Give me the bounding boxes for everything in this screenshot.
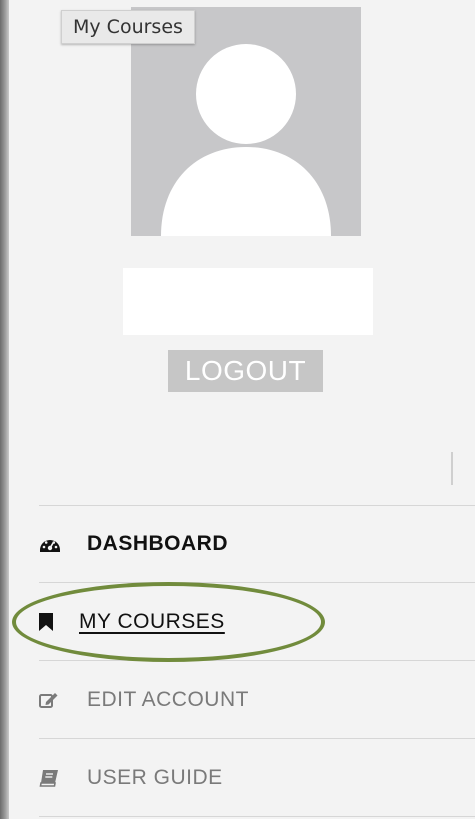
sidebar-panel: My Courses LOGOUT DASHBOARD MY COURSES E… <box>0 0 475 819</box>
dashboard-icon <box>39 533 61 555</box>
logout-button[interactable]: LOGOUT <box>168 350 323 392</box>
bookmark-icon <box>39 611 61 633</box>
menu-item-user-guide[interactable]: USER GUIDE <box>39 748 475 808</box>
window-edge <box>0 0 9 819</box>
menu-item-my-courses[interactable]: MY COURSES <box>39 592 475 652</box>
tooltip: My Courses <box>61 10 195 44</box>
user-name-box <box>123 268 373 335</box>
menu-item-dashboard[interactable]: DASHBOARD <box>39 514 475 574</box>
menu-item-label: MY COURSES <box>79 610 225 633</box>
menu-divider <box>39 816 475 817</box>
menu-divider <box>39 505 475 506</box>
vertical-divider <box>451 452 453 485</box>
menu-divider <box>39 738 475 739</box>
menu-item-label: DASHBOARD <box>87 532 228 555</box>
menu-divider <box>39 660 475 661</box>
menu-item-label: EDIT ACCOUNT <box>87 688 249 711</box>
book-icon <box>39 767 61 789</box>
menu-item-edit-account[interactable]: EDIT ACCOUNT <box>39 670 475 730</box>
menu-divider <box>39 582 475 583</box>
edit-icon <box>39 689 61 711</box>
menu-item-label: USER GUIDE <box>87 766 223 789</box>
